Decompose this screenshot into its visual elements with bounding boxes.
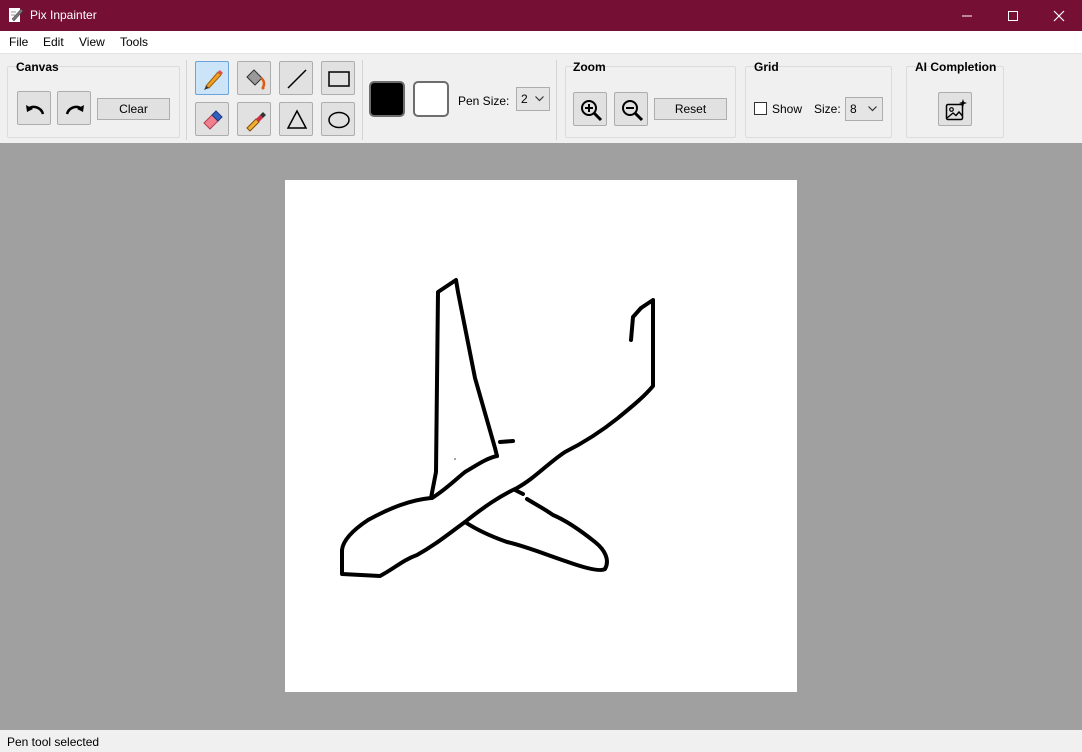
zoom-out-button[interactable] bbox=[614, 92, 648, 126]
title-bar: Pix Inpainter bbox=[0, 0, 1082, 31]
separator bbox=[186, 60, 187, 140]
pen-size-value: 2 bbox=[521, 92, 528, 106]
grid-size-select[interactable]: 8 bbox=[845, 97, 883, 121]
maximize-icon bbox=[1008, 11, 1018, 21]
grid-size-value: 8 bbox=[850, 102, 857, 116]
menu-edit[interactable]: Edit bbox=[43, 35, 64, 49]
zoom-out-icon bbox=[622, 100, 644, 122]
line-tool-button[interactable] bbox=[279, 61, 313, 95]
redo-button[interactable] bbox=[57, 91, 91, 125]
primary-color-swatch[interactable] bbox=[369, 81, 405, 117]
ai-completion-title: AI Completion bbox=[915, 60, 997, 74]
rectangle-tool-button[interactable] bbox=[321, 61, 355, 95]
chevron-down-icon bbox=[535, 96, 544, 102]
pen-tool-button[interactable] bbox=[195, 61, 229, 95]
airplane-sketch bbox=[340, 278, 655, 578]
ellipse-tool-button[interactable] bbox=[321, 102, 355, 136]
maximize-button[interactable] bbox=[990, 0, 1036, 31]
redo-icon bbox=[65, 105, 84, 115]
paint-bucket-icon bbox=[246, 69, 266, 90]
menu-view[interactable]: View bbox=[79, 35, 105, 49]
grid-show-checkbox[interactable] bbox=[754, 102, 767, 115]
menu-tools[interactable]: Tools bbox=[120, 35, 148, 49]
undo-button[interactable] bbox=[17, 91, 51, 125]
pen-size-label: Pen Size: bbox=[458, 94, 510, 108]
ai-completion-button[interactable] bbox=[938, 92, 972, 126]
triangle-icon bbox=[286, 109, 308, 129]
grid-group-title: Grid bbox=[754, 60, 779, 74]
eyedropper-icon bbox=[246, 112, 266, 132]
minimize-icon bbox=[962, 15, 972, 17]
rectangle-icon bbox=[328, 71, 350, 87]
zoom-in-icon bbox=[581, 100, 603, 122]
close-button[interactable] bbox=[1036, 0, 1082, 31]
undo-icon bbox=[26, 105, 45, 115]
eraser-tool-button[interactable] bbox=[195, 102, 229, 136]
pencil-icon bbox=[204, 70, 223, 90]
triangle-tool-button[interactable] bbox=[279, 102, 313, 136]
secondary-color-swatch[interactable] bbox=[413, 81, 449, 117]
chevron-down-icon bbox=[868, 106, 877, 112]
ai-image-icon bbox=[945, 99, 967, 121]
grid-show-label: Show bbox=[772, 102, 803, 116]
eyedropper-tool-button[interactable] bbox=[237, 102, 271, 136]
zoom-group-title: Zoom bbox=[573, 60, 606, 74]
status-bar: Pen tool selected bbox=[0, 730, 1082, 752]
canvas-workspace bbox=[0, 143, 1082, 730]
clear-button[interactable]: Clear bbox=[97, 98, 170, 120]
app-icon bbox=[8, 7, 24, 23]
separator bbox=[556, 60, 557, 140]
menu-file[interactable]: File bbox=[9, 35, 28, 49]
status-text: Pen tool selected bbox=[7, 735, 100, 749]
line-icon bbox=[287, 69, 307, 89]
ellipse-icon bbox=[328, 111, 350, 129]
toolbar: Canvas Clear Pen Size: 2 Zoom Reset Grid… bbox=[0, 53, 1082, 143]
grid-size-label: Size: bbox=[814, 102, 841, 116]
close-icon bbox=[1053, 10, 1065, 22]
canvas-group-title: Canvas bbox=[16, 60, 59, 74]
minimize-button[interactable] bbox=[944, 0, 990, 31]
pen-size-select[interactable]: 2 bbox=[516, 87, 550, 111]
menu-bar: File Edit View Tools bbox=[0, 31, 1082, 53]
zoom-in-button[interactable] bbox=[573, 92, 607, 126]
separator bbox=[362, 60, 363, 140]
zoom-reset-button[interactable]: Reset bbox=[654, 98, 727, 120]
drawing-canvas[interactable] bbox=[285, 180, 797, 692]
window-title: Pix Inpainter bbox=[30, 8, 97, 22]
fill-tool-button[interactable] bbox=[237, 61, 271, 95]
eraser-icon bbox=[203, 110, 223, 130]
